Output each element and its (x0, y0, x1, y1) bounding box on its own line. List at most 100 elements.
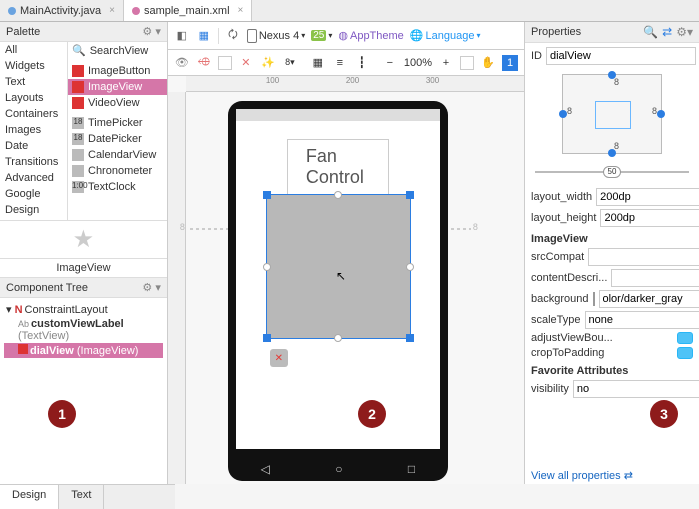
gear-icon[interactable]: ⚙ ▾ (142, 281, 160, 294)
zoom-in-icon[interactable]: + (438, 55, 454, 71)
prop-input-visibility[interactable] (573, 380, 699, 398)
palette-cat[interactable]: Images (0, 122, 67, 138)
palette-item[interactable]: Chronometer (68, 163, 167, 179)
resize-handle[interactable] (406, 334, 414, 342)
palette-item[interactable]: VideoView (68, 95, 167, 111)
constraint-handle[interactable] (334, 334, 342, 342)
bias-slider[interactable]: 50 (531, 165, 693, 179)
prop-input-height[interactable] (600, 209, 699, 227)
palette-cat[interactable]: Design (0, 202, 67, 218)
constraint-handle[interactable] (334, 191, 342, 199)
selected-widget-label: ImageView (0, 258, 167, 278)
prop-input-background[interactable] (599, 290, 699, 308)
align-icon[interactable]: ≡ (332, 55, 348, 71)
magnet-icon[interactable]: ⬲ (196, 55, 212, 71)
palette-cat[interactable]: Widgets (0, 58, 67, 74)
tree-item-dialview[interactable]: dialView (ImageView) (4, 343, 163, 358)
palette-cat[interactable]: Text (0, 74, 67, 90)
search-icon[interactable]: 🔍 (643, 25, 658, 39)
palette-cat[interactable]: Transitions (0, 154, 67, 170)
palette-item[interactable]: ImageButton (68, 63, 167, 79)
view-all-properties-link[interactable]: View all properties ⇄ (525, 467, 699, 484)
prop-input-id[interactable] (546, 47, 696, 65)
view-mode-icon[interactable]: ◧ (174, 28, 190, 44)
palette-item[interactable]: 18DatePicker (68, 131, 167, 147)
constraint-margin[interactable]: 8 (614, 141, 619, 151)
ruler-horizontal: 100 200 300 (186, 76, 524, 92)
tree-item[interactable]: AbcustomViewLabel (TextView) (4, 317, 163, 343)
margin-default[interactable]: 8▾ (282, 55, 298, 71)
component-tree-header: Component Tree ⚙ ▾ (0, 278, 167, 298)
color-swatch[interactable] (593, 292, 595, 306)
zoom-fit-icon[interactable] (460, 56, 474, 70)
device-screen[interactable]: Fan Control ↖ ✕ (236, 109, 440, 449)
constraint-anchor[interactable] (559, 110, 567, 118)
constraint-widget[interactable]: 8 8 8 8 (562, 74, 662, 154)
api-selector[interactable]: 25▾ (311, 30, 332, 41)
palette-cat[interactable]: Advanced (0, 170, 67, 186)
palette-item[interactable]: CalendarView (68, 147, 167, 163)
toggle-croptopadding[interactable] (677, 347, 693, 359)
constraint-margin[interactable]: 8 (567, 106, 572, 116)
zoom-out-icon[interactable]: − (382, 55, 398, 71)
calendar-icon: 18 (72, 133, 84, 145)
blueprint-icon[interactable]: ▦ (196, 28, 212, 44)
prop-input-scaletype[interactable] (585, 311, 699, 329)
palette-item[interactable]: 18TimePicker (68, 115, 167, 131)
imageview-selection[interactable] (266, 194, 411, 339)
toggle-adjustviewbounds[interactable] (677, 332, 693, 344)
callout-3: 3 (650, 400, 678, 428)
tab-mainactivity[interactable]: MainActivity.java × (0, 0, 124, 21)
language-selector[interactable]: 🌐Language▾ (410, 29, 481, 42)
horiz-icon[interactable]: ⇄ (662, 25, 672, 39)
constraint-margin[interactable]: 8 (652, 106, 657, 116)
resize-handle[interactable] (263, 191, 271, 199)
prop-label: scaleType (531, 314, 581, 326)
zoom-level[interactable]: 100% (404, 57, 432, 69)
palette-cat[interactable]: Google (0, 186, 67, 202)
tab-design[interactable]: Design (0, 485, 59, 509)
guideline-icon[interactable]: ┇ (354, 55, 370, 71)
prop-input-srccompat[interactable] (588, 248, 699, 266)
palette-search[interactable]: 🔍SearchView (68, 42, 167, 59)
design-canvas[interactable]: 100 200 300 8 8 Fan Control ↖ ✕ (168, 76, 524, 484)
gear-icon[interactable]: ⚙▾ (676, 25, 693, 39)
palette-item-imageview[interactable]: ImageView (68, 79, 167, 95)
constraint-handle[interactable] (406, 263, 414, 271)
theme-selector[interactable]: ◍AppTheme (338, 29, 403, 42)
constraint-handle[interactable] (263, 263, 271, 271)
prop-input-contentdesc[interactable] (611, 269, 699, 287)
tab-samplemain[interactable]: sample_main.xml × (124, 0, 252, 21)
palette-cat[interactable]: Layouts (0, 90, 67, 106)
favorite-star[interactable]: ★ (0, 220, 167, 258)
constraint-anchor[interactable] (657, 110, 665, 118)
close-icon[interactable]: × (109, 5, 115, 16)
constraint-margin: 8 (473, 222, 478, 232)
tab-text[interactable]: Text (59, 485, 104, 509)
eye-icon[interactable]: 👁 (174, 55, 190, 71)
textview-fancontrol[interactable]: Fan Control (287, 139, 389, 195)
orientation-icon[interactable]: 🗘 (225, 28, 241, 44)
palette-cat[interactable]: Date (0, 138, 67, 154)
palette-cat[interactable]: All (0, 42, 67, 58)
properties-header: Properties 🔍⇄⚙▾ (525, 22, 699, 43)
layers-icon[interactable]: 1 (502, 55, 518, 71)
clock-icon: 18 (72, 117, 84, 129)
constraint-margin[interactable]: 8 (614, 77, 619, 87)
device-selector[interactable]: Nexus 4▾ (247, 29, 305, 43)
resize-handle[interactable] (406, 191, 414, 199)
pack-icon[interactable]: ▦ (310, 55, 326, 71)
close-icon[interactable]: × (238, 5, 244, 16)
resize-handle[interactable] (263, 334, 271, 342)
palette-cat[interactable]: Containers (0, 106, 67, 122)
clear-icon[interactable]: ✕ (238, 55, 254, 71)
tree-root[interactable]: ▾ NConstraintLayout (4, 302, 163, 317)
pan-icon[interactable]: ✋ (480, 55, 496, 71)
palette-item[interactable]: 1:00TextClock (68, 179, 167, 195)
autoconnect-icon[interactable] (218, 56, 232, 70)
gear-icon[interactable]: ⚙ ▾ (142, 25, 160, 38)
prop-input-width[interactable] (596, 188, 699, 206)
callout-2: 2 (358, 400, 386, 428)
infer-icon[interactable]: ✨ (260, 55, 276, 71)
action-badge[interactable]: ✕ (270, 349, 288, 367)
